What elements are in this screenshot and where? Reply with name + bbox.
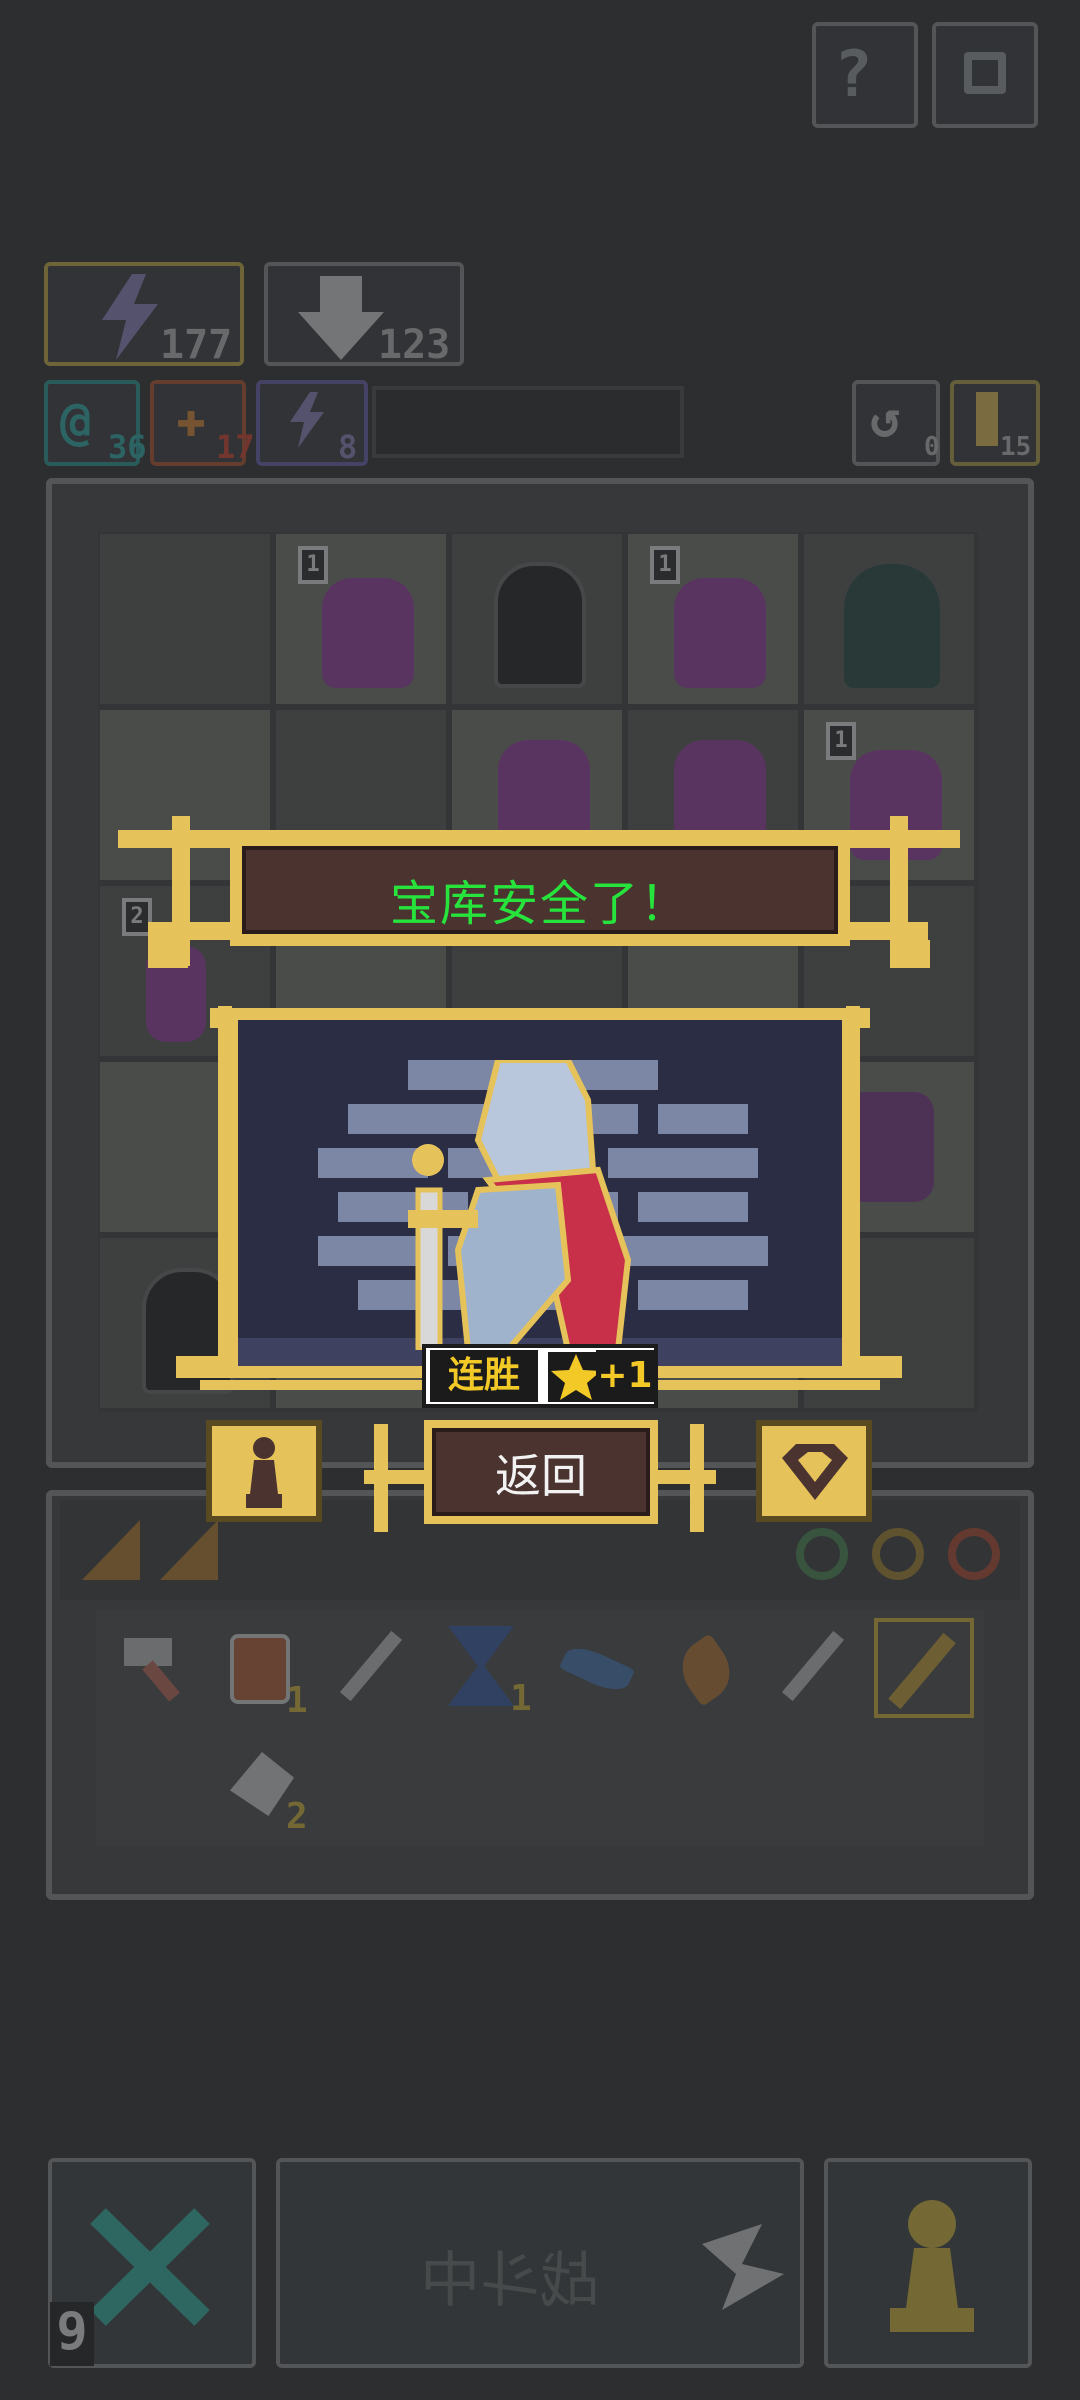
undo-icon: ↺ — [870, 390, 901, 448]
favorite-button[interactable] — [756, 1420, 872, 1522]
wand-item[interactable] — [874, 1618, 974, 1718]
dagger-item[interactable] — [334, 1626, 408, 1716]
key-icon — [976, 392, 998, 446]
grid-cell[interactable] — [802, 532, 976, 706]
fish-blade-item[interactable] — [556, 1636, 636, 1706]
hero-portrait — [230, 1012, 850, 1374]
resource-a: @ 36 — [44, 380, 147, 466]
axe-item[interactable]: 2 — [222, 1746, 322, 1842]
grid-cell[interactable] — [450, 532, 624, 706]
gargoyle-enemy — [322, 578, 414, 688]
back-foot-left — [364, 1470, 424, 1484]
blade-icon — [558, 1640, 636, 1698]
status-bar-empty — [372, 386, 684, 458]
shield-box[interactable]: 123 — [264, 262, 464, 368]
hourglass-icon — [448, 1626, 514, 1706]
spiral-icon: @ — [60, 392, 92, 452]
sword-up-icon: ✚ — [176, 390, 207, 448]
knight-hero — [408, 1060, 632, 1350]
pawn-icon — [890, 2200, 974, 2332]
rank-button[interactable] — [206, 1420, 322, 1522]
grid-cell[interactable] — [98, 532, 272, 706]
grid-cell[interactable]: 1 — [626, 532, 800, 706]
back-button[interactable]: 返回 — [424, 1420, 658, 1524]
knife-icon — [781, 1630, 845, 1702]
gargoyle-enemy — [674, 578, 766, 688]
modal-title: 宝库安全了！ — [389, 876, 690, 932]
resource-b: ✚ 17 — [150, 380, 255, 466]
key-box[interactable]: 15 — [950, 380, 1040, 466]
back-button-label: 返回 — [495, 1449, 587, 1503]
question-icon: ? — [834, 38, 873, 112]
lantern-icon — [230, 1634, 290, 1704]
battle-status-label: 战斗中 — [420, 2246, 600, 2316]
hammer-icon — [124, 1638, 172, 1666]
gear-icon — [964, 52, 1006, 94]
wand-icon — [888, 1632, 956, 1710]
streak-badge: 连胜 +1 — [422, 1344, 658, 1408]
moves-left-count: 9 — [50, 2302, 94, 2366]
heart-gem-icon — [782, 1444, 848, 1500]
title-banner: 宝库安全了！ — [230, 834, 850, 946]
hooded-enemy — [494, 562, 586, 688]
lightning-small-icon — [290, 392, 324, 448]
battle-status-button[interactable]: 战斗中 — [276, 2158, 804, 2368]
energy-count: 177 — [160, 322, 233, 368]
banner-foot-left — [148, 940, 188, 968]
lantern-item[interactable]: 1 — [226, 1626, 316, 1726]
energy-box[interactable]: 177 — [44, 262, 244, 368]
frame-post-left — [218, 1006, 232, 1378]
hammer-item[interactable] — [124, 1630, 198, 1702]
grid-cell[interactable]: 1 — [274, 532, 448, 706]
help-button[interactable]: ? — [812, 22, 918, 128]
settings-button[interactable] — [932, 22, 1038, 128]
ring-icon — [796, 1528, 848, 1580]
banner-foot-right — [890, 940, 930, 968]
flag-icon — [702, 2224, 784, 2310]
pawn-icon — [246, 1437, 282, 1508]
dagger-icon — [339, 1630, 403, 1702]
streak-value: +1 — [596, 1350, 654, 1402]
lightning-icon — [102, 274, 158, 360]
undo-box[interactable]: ↺ 0 — [852, 380, 940, 466]
knife-item[interactable] — [776, 1626, 850, 1716]
down-arrow-icon — [298, 276, 384, 360]
axe-icon — [230, 1752, 294, 1816]
count-badge: 1 — [650, 546, 680, 584]
hourglass-item[interactable]: 1 — [440, 1622, 540, 1726]
ring-icon — [948, 1528, 1000, 1580]
back-foot-right — [656, 1470, 716, 1484]
frame-post-right — [846, 1006, 860, 1378]
ring-icon — [872, 1528, 924, 1580]
leaf-item[interactable] — [666, 1630, 746, 1710]
shield-count: 123 — [378, 322, 451, 368]
player-piece-button[interactable] — [824, 2158, 1032, 2368]
count-badge: 1 — [826, 722, 856, 760]
cthulhu-enemy — [844, 564, 940, 688]
resource-c: 8 — [256, 380, 368, 466]
leaf-icon — [670, 1633, 742, 1707]
close-x-icon — [90, 2208, 210, 2326]
count-badge: 1 — [298, 546, 328, 584]
streak-label: 连胜 — [430, 1350, 538, 1402]
